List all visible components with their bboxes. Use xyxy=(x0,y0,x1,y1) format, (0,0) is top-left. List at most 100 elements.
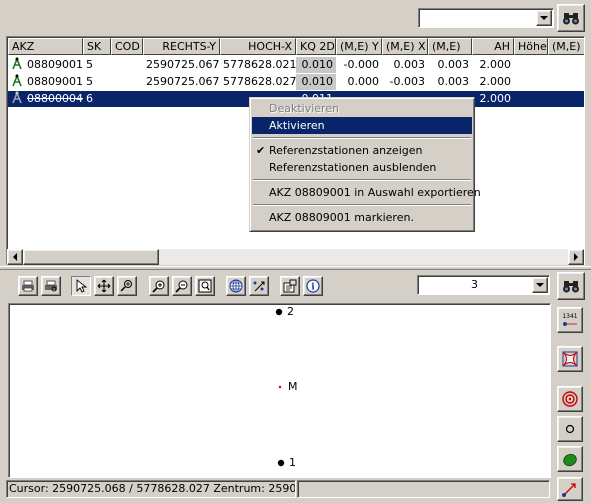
station-plot[interactable]: 2 M 1 xyxy=(8,303,551,478)
pan-tool-button[interactable] xyxy=(94,276,114,296)
printer-icon xyxy=(22,280,34,292)
menu-item-label: Referenzstationen anzeigen xyxy=(269,144,423,157)
zoom-in-button[interactable] xyxy=(149,276,169,296)
col-header-me-h[interactable]: (M,E) H xyxy=(548,38,584,55)
binoculars-icon xyxy=(563,281,579,293)
cell-akz: 08809001 xyxy=(27,58,83,71)
coordinate-labels-button[interactable]: 1341 xyxy=(557,307,583,333)
station-icon xyxy=(12,91,22,104)
cell-hoehe xyxy=(514,91,548,107)
cell-ah: 2.000 xyxy=(479,75,512,88)
table-header: AKZ SK COD RECHTS-Y HOCH-X KQ 2D (M,E) Y… xyxy=(8,38,584,55)
properties-button[interactable] xyxy=(280,276,300,296)
info-button[interactable]: i xyxy=(303,276,323,296)
menu-item-show-reference-stations[interactable]: ✔ Referenzstationen anzeigen xyxy=(252,142,472,159)
search-dropdown-button[interactable] xyxy=(536,10,552,26)
circle-icon xyxy=(565,424,575,434)
pane-splitter[interactable] xyxy=(0,266,591,270)
green-blob-icon xyxy=(563,453,577,467)
cell-akz: 08809001 xyxy=(27,75,83,88)
col-header-hoehe[interactable]: Höhe xyxy=(514,38,548,55)
find-in-plot-button[interactable] xyxy=(557,272,585,300)
cell-ah: 2.000 xyxy=(479,92,512,105)
col-header-me-x[interactable]: (M,E) X xyxy=(382,38,428,55)
info-icon: i xyxy=(306,279,320,293)
level-select[interactable]: 3 xyxy=(417,275,550,295)
status-bar: Cursor: 2590725.068 / 5778628.027 Zentru… xyxy=(6,480,296,498)
zoom-drag-tool-button[interactable] xyxy=(117,276,137,296)
station-icon xyxy=(12,57,22,70)
cell-hoch-x: 5778628.027 xyxy=(223,75,296,88)
cell-cod xyxy=(111,91,143,107)
point-label-1: 1 xyxy=(289,456,296,469)
cell-rechts-y: 2590725.067 xyxy=(146,75,220,88)
col-header-sk[interactable]: SK xyxy=(83,38,111,55)
print-button[interactable] xyxy=(18,276,38,296)
point-scale-button[interactable] xyxy=(249,276,269,296)
cell-ah: 2.000 xyxy=(479,58,512,71)
cell-me-h xyxy=(548,57,584,73)
chevron-down-icon xyxy=(540,16,548,20)
menu-item-activate[interactable]: Aktivieren xyxy=(252,117,472,134)
menu-item-deactivate[interactable]: Deaktivieren xyxy=(252,100,472,117)
move-arrows-icon xyxy=(97,279,111,293)
menu-item-mark[interactable]: AKZ 08809001 markieren. xyxy=(252,209,472,226)
error-ellipse-icon xyxy=(562,351,578,367)
scroll-thumb[interactable] xyxy=(23,249,159,265)
table-horizontal-scrollbar[interactable] xyxy=(7,249,584,265)
cell-me-y: -0.000 xyxy=(343,58,379,71)
chevron-down-icon xyxy=(536,283,544,287)
col-header-hoch-x[interactable]: HOCH-X xyxy=(220,38,296,55)
zoom-extent-icon xyxy=(198,279,212,293)
level-dropdown-button[interactable] xyxy=(532,277,548,293)
scroll-right-button[interactable] xyxy=(568,249,584,265)
coordinate-label-icon: 1341 xyxy=(562,313,578,326)
cell-sk: 6 xyxy=(86,92,93,105)
cell-rechts-y xyxy=(143,91,220,107)
search-combobox[interactable] xyxy=(418,8,554,28)
col-header-ah[interactable]: AH xyxy=(472,38,514,55)
table-row[interactable]: 08809001 5 2590725.067 5778628.021 0.010… xyxy=(8,57,584,73)
cell-sk: 5 xyxy=(86,75,93,88)
point-marker-2 xyxy=(275,308,283,316)
menu-item-hide-reference-stations[interactable]: Referenzstationen ausblenden xyxy=(252,159,472,176)
menu-item-export-selection[interactable]: AKZ 08809001 in Auswahl exportieren xyxy=(252,184,481,201)
zoom-extent-button[interactable] xyxy=(195,276,215,296)
cell-sk: 5 xyxy=(86,58,93,71)
status-bar-secondary xyxy=(297,480,550,498)
vector-button[interactable] xyxy=(557,477,583,501)
binoculars-icon xyxy=(563,13,579,25)
context-menu: Deaktivieren Aktivieren ✔ Referenzstation… xyxy=(249,97,481,232)
col-header-kq-2d[interactable]: KQ 2D xyxy=(296,38,336,55)
error-ellipse-button[interactable] xyxy=(557,346,583,372)
grid-button[interactable] xyxy=(226,276,246,296)
target-button[interactable] xyxy=(557,386,583,412)
pointer-icon xyxy=(76,279,87,293)
station-icon xyxy=(12,74,22,87)
point-label-center: M xyxy=(288,380,298,393)
print-preview-button[interactable] xyxy=(41,276,61,296)
zoom-out-button[interactable] xyxy=(172,276,192,296)
cell-hoch-x: 5778628.021 xyxy=(223,58,296,71)
circle-button[interactable] xyxy=(557,416,583,442)
cell-me-x: 0.003 xyxy=(393,58,426,71)
scatter-icon xyxy=(253,281,265,292)
cell-akz: 08800004 xyxy=(27,92,83,105)
cell-hoehe xyxy=(514,74,548,90)
scroll-left-button[interactable] xyxy=(7,249,23,265)
col-header-akz[interactable]: AKZ xyxy=(8,38,83,55)
table-row[interactable]: 08809001 5 2590725.067 5778628.027 0.010… xyxy=(8,74,584,90)
cell-me: 0.003 xyxy=(437,58,470,71)
coord-icon-text: 1341 xyxy=(562,313,577,320)
menu-separator xyxy=(253,179,471,181)
col-header-cod[interactable]: COD xyxy=(111,38,143,55)
cell-hoehe xyxy=(514,57,548,73)
properties-icon xyxy=(283,279,297,293)
select-tool-button[interactable] xyxy=(71,276,91,296)
find-button[interactable] xyxy=(557,4,585,32)
area-button[interactable] xyxy=(557,446,583,472)
col-header-me-y[interactable]: (M,E) Y xyxy=(336,38,382,55)
col-header-rechts-y[interactable]: RECHTS-Y xyxy=(143,38,220,55)
zoom-pan-icon xyxy=(120,280,132,292)
col-header-me[interactable]: (M,E) xyxy=(428,38,472,55)
